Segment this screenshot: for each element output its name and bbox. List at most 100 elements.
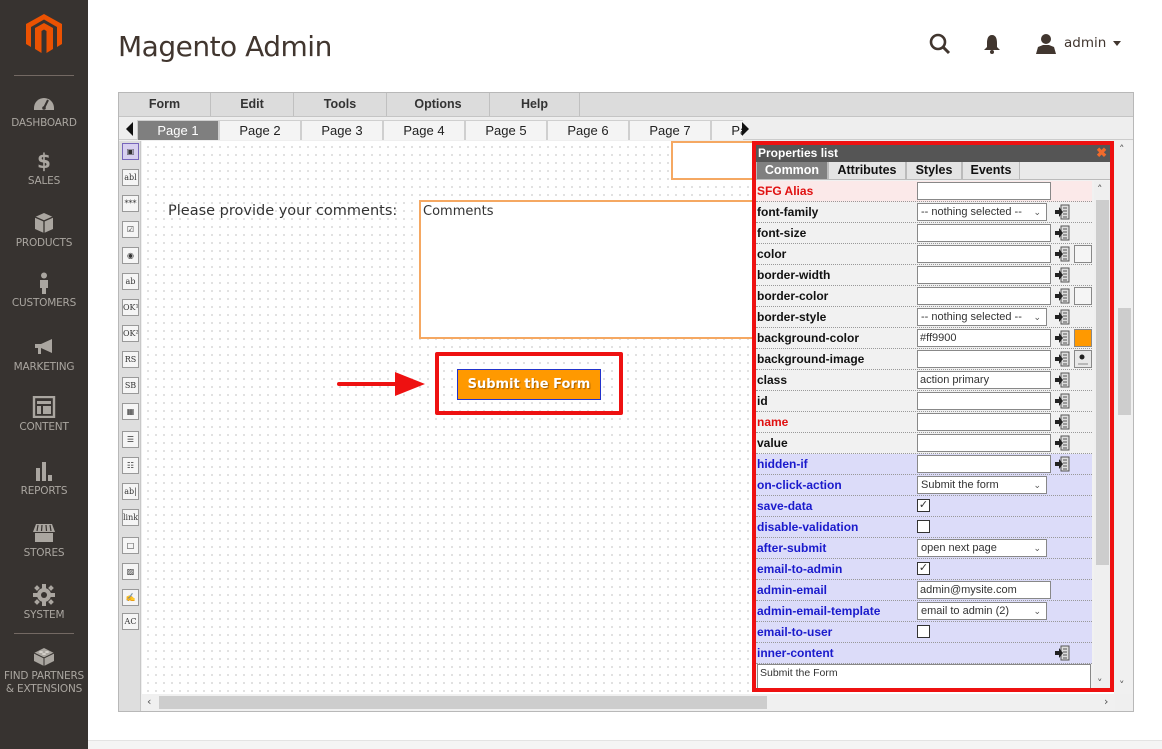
- tab-page-3[interactable]: Page 3: [301, 120, 383, 140]
- menu-edit[interactable]: Edit: [211, 93, 294, 116]
- magento-logo[interactable]: [26, 14, 62, 54]
- sidebar-item-content[interactable]: CONTENT: [0, 396, 88, 434]
- property-input[interactable]: admin@mysite.com: [917, 581, 1051, 599]
- button1-tool[interactable]: OK¹: [122, 299, 139, 316]
- insert-value-icon[interactable]: [1054, 393, 1070, 409]
- menu-form[interactable]: Form: [119, 93, 211, 116]
- insert-value-icon[interactable]: [1054, 435, 1070, 451]
- property-input[interactable]: [917, 455, 1051, 473]
- checkbox-tool[interactable]: ☑: [122, 221, 139, 238]
- submit-button-tool[interactable]: SB: [122, 377, 139, 394]
- reset-button-tool[interactable]: RS: [122, 351, 139, 368]
- property-select[interactable]: open next page ⌄: [917, 539, 1047, 557]
- search-icon[interactable]: [929, 33, 951, 55]
- insert-value-icon[interactable]: [1054, 645, 1070, 661]
- insert-value-icon[interactable]: [1054, 267, 1070, 283]
- sidebar-item-dashboard[interactable]: DASHBOARD: [0, 92, 88, 130]
- scroll-up-icon[interactable]: ˄: [1097, 183, 1103, 196]
- property-select[interactable]: -- nothing selected -- ⌄: [917, 203, 1047, 221]
- sidebar-item-system[interactable]: SYSTEM: [0, 584, 88, 622]
- insert-value-icon[interactable]: [1054, 372, 1070, 388]
- tab-page-1[interactable]: Page 1: [137, 120, 219, 140]
- scrollbar-thumb[interactable]: [159, 696, 767, 709]
- tab-page-8[interactable]: Page 8: [711, 120, 743, 140]
- sidebar-item-marketing[interactable]: MARKETING: [0, 336, 88, 374]
- property-select[interactable]: email to admin (2) ⌄: [917, 602, 1047, 620]
- comments-label[interactable]: Please provide your comments:: [168, 203, 397, 219]
- grid-tool[interactable]: ▦: [122, 403, 139, 420]
- scroll-right-icon[interactable]: ›: [1104, 695, 1108, 708]
- property-checkbox[interactable]: [917, 625, 930, 638]
- insert-value-icon[interactable]: [1054, 309, 1070, 325]
- label-tool[interactable]: ab|: [122, 483, 139, 500]
- tab-events[interactable]: Events: [962, 162, 1020, 180]
- scrollbar-thumb[interactable]: [1118, 308, 1131, 415]
- menu-tools[interactable]: Tools: [294, 93, 387, 116]
- password-tool[interactable]: ***: [122, 195, 139, 212]
- tab-common[interactable]: Common: [756, 162, 828, 180]
- property-select[interactable]: -- nothing selected -- ⌄: [917, 308, 1047, 326]
- insert-value-icon[interactable]: [1054, 246, 1070, 262]
- textfield-tool[interactable]: abl: [122, 169, 139, 186]
- property-input[interactable]: [917, 413, 1051, 431]
- captcha-tool[interactable]: AC: [122, 613, 139, 630]
- insert-value-icon[interactable]: [1054, 225, 1070, 241]
- insert-value-icon[interactable]: [1054, 288, 1070, 304]
- property-input[interactable]: [917, 245, 1051, 263]
- property-input[interactable]: [917, 392, 1051, 410]
- sidebar-item-customers[interactable]: CUSTOMERS: [0, 272, 88, 310]
- textarea-tool[interactable]: ab: [122, 273, 139, 290]
- sidebar-item-stores[interactable]: STORES: [0, 522, 88, 560]
- pointer-tool[interactable]: ▣: [122, 143, 139, 160]
- dropdown-tool[interactable]: ☷: [122, 457, 139, 474]
- comments-textarea[interactable]: Comments: [419, 200, 759, 339]
- sidebar-item-sales[interactable]: $ SALES: [0, 150, 88, 188]
- canvas-horizontal-scrollbar[interactable]: ‹ ›: [142, 694, 1115, 711]
- scrollbar-thumb[interactable]: [1096, 200, 1109, 565]
- insert-value-icon[interactable]: [1054, 330, 1070, 346]
- link-tool[interactable]: link: [122, 509, 139, 526]
- tab-styles[interactable]: Styles: [906, 162, 962, 180]
- property-input[interactable]: [917, 287, 1051, 305]
- tab-page-4[interactable]: Page 4: [383, 120, 465, 140]
- tab-attributes[interactable]: Attributes: [828, 162, 906, 180]
- tabs-scroll-left-icon[interactable]: [126, 122, 133, 136]
- property-input[interactable]: #ff9900: [917, 329, 1051, 347]
- canvas-vertical-scrollbar[interactable]: ˄ ˅: [1115, 141, 1133, 694]
- property-input[interactable]: [917, 350, 1051, 368]
- user-menu[interactable]: admin: [1036, 32, 1122, 54]
- property-input[interactable]: [917, 182, 1051, 200]
- image-tool[interactable]: ▨: [122, 563, 139, 580]
- scroll-left-icon[interactable]: ‹: [147, 695, 151, 708]
- inner-content-textarea[interactable]: Submit the Form: [757, 664, 1091, 688]
- color-swatch[interactable]: [1074, 245, 1092, 263]
- submit-form-button[interactable]: Submit the Form: [457, 369, 601, 400]
- color-swatch[interactable]: [1074, 287, 1092, 305]
- box-tool[interactable]: □: [122, 537, 139, 554]
- menu-options[interactable]: Options: [387, 93, 490, 116]
- property-checkbox[interactable]: ✓: [917, 562, 930, 575]
- signature-tool[interactable]: ✍: [122, 589, 139, 606]
- scroll-down-icon[interactable]: ˅: [1119, 679, 1125, 692]
- listbox-tool[interactable]: ☰: [122, 431, 139, 448]
- close-icon[interactable]: ✖: [1096, 145, 1107, 161]
- scroll-down-icon[interactable]: ˅: [1097, 677, 1103, 688]
- property-input[interactable]: [917, 266, 1051, 284]
- property-checkbox[interactable]: ✓: [917, 499, 930, 512]
- property-checkbox[interactable]: [917, 520, 930, 533]
- color-swatch[interactable]: [1074, 329, 1092, 347]
- properties-scrollbar[interactable]: ˄ ˅: [1094, 181, 1110, 688]
- property-input[interactable]: [917, 434, 1051, 452]
- image-picker-icon[interactable]: [1074, 350, 1092, 368]
- property-input[interactable]: action primary: [917, 371, 1051, 389]
- bell-icon[interactable]: [983, 34, 1001, 54]
- property-select[interactable]: Submit the form ⌄: [917, 476, 1047, 494]
- sidebar-item-products[interactable]: PRODUCTS: [0, 212, 88, 250]
- button2-tool[interactable]: OK²: [122, 325, 139, 342]
- insert-value-icon[interactable]: [1054, 351, 1070, 367]
- insert-value-icon[interactable]: [1054, 414, 1070, 430]
- tab-page-6[interactable]: Page 6: [547, 120, 629, 140]
- sidebar-item-find-partners[interactable]: FIND PARTNERS & EXTENSIONS: [0, 645, 88, 696]
- properties-title-bar[interactable]: Properties list ✖: [756, 145, 1110, 162]
- scroll-up-icon[interactable]: ˄: [1119, 143, 1125, 156]
